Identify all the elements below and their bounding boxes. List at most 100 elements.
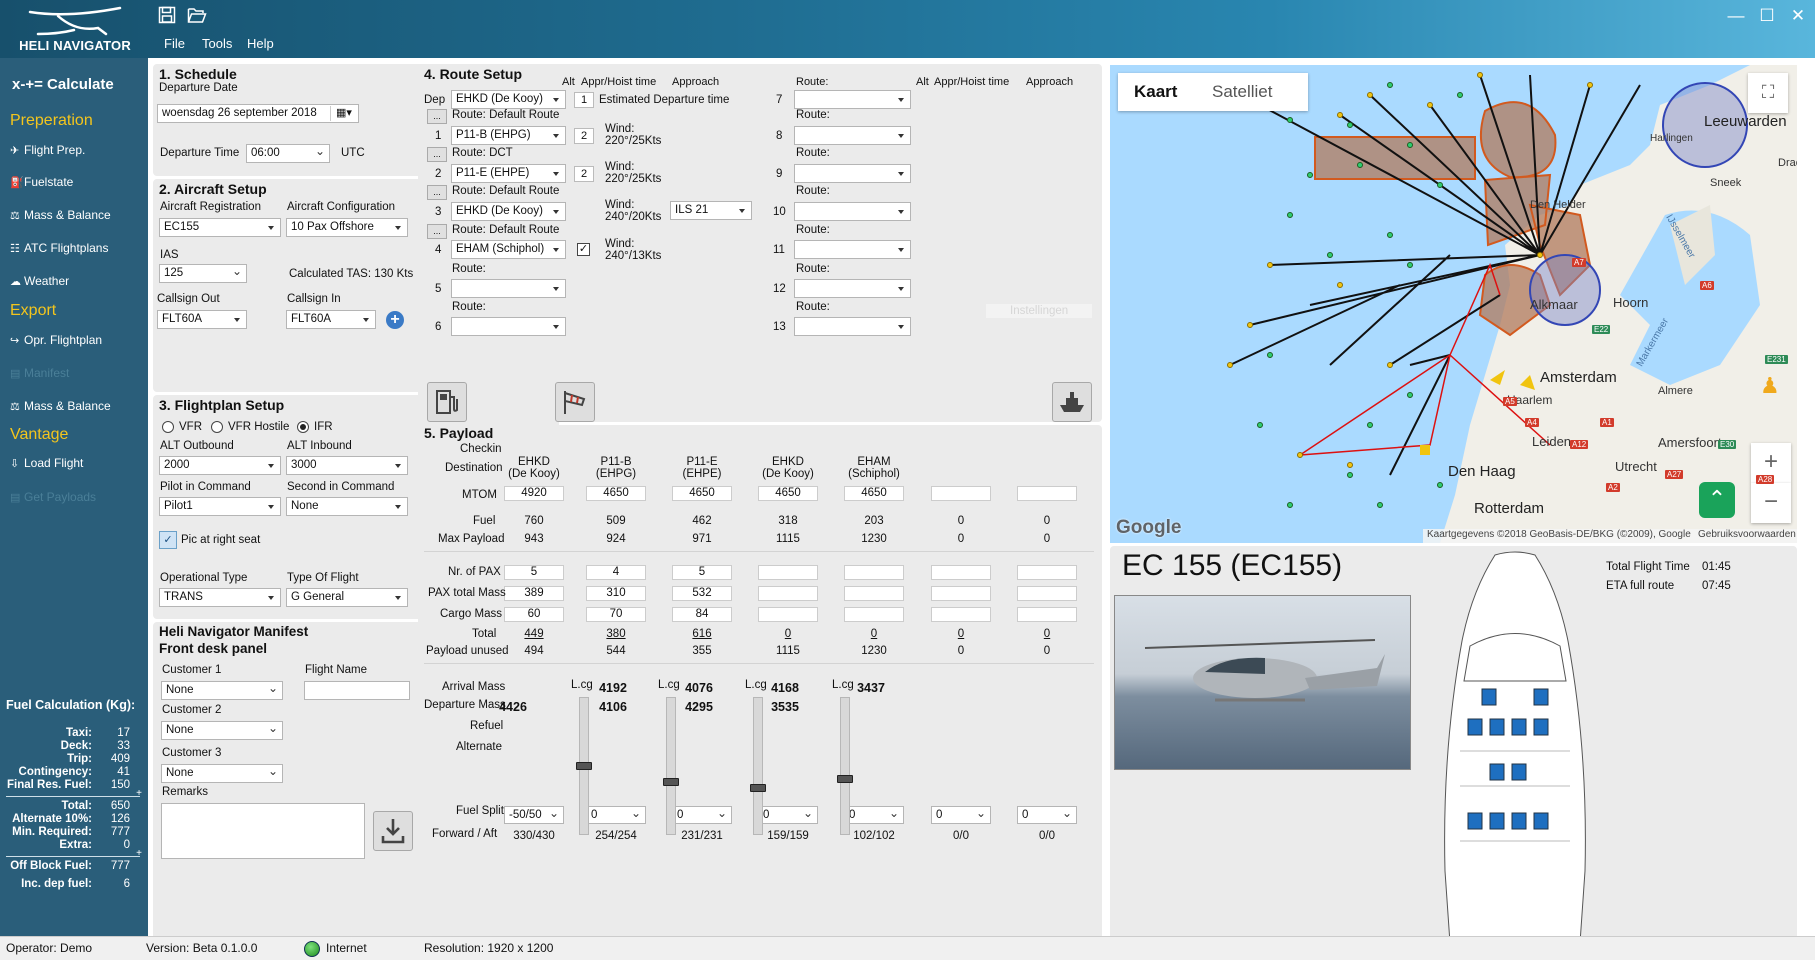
radio-ifr[interactable] <box>297 421 309 433</box>
cargo-mass-input[interactable]: 70 <box>586 607 646 622</box>
menu-tools[interactable]: Tools <box>202 36 232 51</box>
pax-mass-input[interactable]: 310 <box>586 586 646 601</box>
mtom-input[interactable]: 4650 <box>586 486 646 501</box>
appr-time-1[interactable]: 2 <box>574 128 594 144</box>
alt-inbound-select[interactable]: 3000 <box>286 456 408 475</box>
lcg-slider[interactable] <box>750 697 766 835</box>
ship-button[interactable] <box>1052 382 1092 422</box>
cargo-mass-input[interactable] <box>758 607 818 622</box>
pax-mass-input[interactable] <box>758 586 818 601</box>
sidebar-item-fuelstate[interactable]: ⛽Fuelstate <box>10 175 73 189</box>
departure-select[interactable]: EHKD (De Kooy) <box>451 90 566 109</box>
map-view[interactable]: Kaart Satelliet ⛶ ♟ + − ⌃ Leeuwarden Har… <box>1110 65 1797 543</box>
cargo-mass-input[interactable] <box>1017 607 1077 622</box>
leg-select-6[interactable] <box>451 317 566 336</box>
leg-select-11[interactable] <box>794 240 911 259</box>
pax-mass-input[interactable] <box>844 586 904 601</box>
calculate-button[interactable]: x-+= Calculate <box>12 76 114 93</box>
aircraft-registration-select[interactable]: EC155 <box>159 218 281 237</box>
departure-time-select[interactable]: 06:00 <box>246 144 330 163</box>
sidebar-item-load-flight[interactable]: ⇩ Load Flight <box>10 456 83 470</box>
zoom-out-icon[interactable]: − <box>1751 483 1791 523</box>
open-folder-icon[interactable] <box>187 6 207 26</box>
pax-mass-input[interactable]: 389 <box>504 586 564 601</box>
route-edit-button-1[interactable]: ... <box>427 109 447 124</box>
alt-outbound-select[interactable]: 2000 <box>159 456 281 475</box>
customer3-select[interactable]: None <box>161 764 283 783</box>
minimize-icon[interactable]: — <box>1722 6 1750 28</box>
operational-type-select[interactable]: TRANS <box>159 588 281 607</box>
aircraft-configuration-select[interactable]: 10 Pax Offshore <box>286 218 408 237</box>
slider-thumb[interactable] <box>750 784 766 792</box>
cargo-mass-input[interactable]: 60 <box>504 607 564 622</box>
fullscreen-icon[interactable]: ⛶ <box>1748 73 1788 113</box>
cargo-mass-input[interactable]: 84 <box>672 607 732 622</box>
nr-pax-input[interactable]: 5 <box>672 565 732 580</box>
leg-select-12[interactable] <box>794 279 911 298</box>
flight-name-input[interactable] <box>304 681 410 700</box>
slider-thumb[interactable] <box>837 775 853 783</box>
leg-select-3[interactable]: EHKD (De Kooy) <box>451 202 566 221</box>
pax-mass-input[interactable] <box>931 586 991 601</box>
fuel-split-select[interactable]: 0 <box>758 806 818 824</box>
type-of-flight-select[interactable]: G General <box>286 588 408 607</box>
tab-satelliet[interactable]: Satelliet <box>1212 73 1272 111</box>
nr-pax-input[interactable] <box>844 565 904 580</box>
slider-thumb[interactable] <box>663 778 679 786</box>
menu-help[interactable]: Help <box>247 36 274 51</box>
windsock-button[interactable] <box>555 382 595 422</box>
ias-input[interactable]: 125 <box>159 264 247 283</box>
save-icon[interactable] <box>158 6 178 26</box>
departure-date-picker[interactable]: woensdag 26 september 2018 <box>157 104 359 123</box>
cargo-mass-input[interactable] <box>844 607 904 622</box>
leg-select-1[interactable]: P11-B (EHPG) <box>451 126 566 145</box>
fuel-split-select[interactable]: 0 <box>931 806 991 824</box>
mtom-input[interactable]: 4650 <box>844 486 904 501</box>
sidebar-item-flight-prep[interactable]: ✈ Flight Prep. <box>10 143 85 157</box>
fuel-split-select[interactable]: 0 <box>672 806 732 824</box>
add-callsign-icon[interactable]: + <box>386 311 404 329</box>
mtom-input[interactable]: 4650 <box>672 486 732 501</box>
fuel-split-select[interactable]: 0 <box>844 806 904 824</box>
lcg-slider[interactable] <box>576 697 592 835</box>
lcg-slider[interactable] <box>837 697 853 835</box>
sidebar-item-atc-flightplans[interactable]: ☷ ATC Flightplans <box>10 241 108 255</box>
customer1-select[interactable]: None <box>161 681 283 700</box>
close-icon[interactable]: ✕ <box>1784 6 1812 28</box>
pegman-icon[interactable]: ♟ <box>1760 373 1782 403</box>
leg-select-13[interactable] <box>794 317 911 336</box>
nr-pax-input[interactable] <box>931 565 991 580</box>
second-in-command-select[interactable]: None <box>286 497 408 516</box>
customer2-select[interactable]: None <box>161 721 283 740</box>
pic-right-seat-checkbox[interactable]: ✓ <box>159 531 177 549</box>
mtom-input[interactable] <box>931 486 991 501</box>
mtom-input[interactable]: 4920 <box>504 486 564 501</box>
fuel-split-select[interactable]: 0 <box>586 806 646 824</box>
leg-select-7[interactable] <box>794 90 911 109</box>
route-edit-button-4[interactable]: ... <box>427 224 447 239</box>
leg-select-10[interactable] <box>794 202 911 221</box>
map-terms-link[interactable]: Gebruiksvoorwaarden <box>1698 529 1796 540</box>
approach-select-3[interactable]: ILS 21 <box>670 201 752 220</box>
mtom-input[interactable] <box>1017 486 1077 501</box>
leg-4-checkbox[interactable]: ✓ <box>577 243 590 256</box>
leg-select-9[interactable] <box>794 164 911 183</box>
nr-pax-input[interactable] <box>758 565 818 580</box>
route-edit-button-2[interactable]: ... <box>427 147 447 162</box>
sidebar-item-opr-flightplan[interactable]: ↪ Opr. Flightplan <box>10 333 102 347</box>
lcg-slider[interactable] <box>663 697 679 835</box>
nr-pax-input[interactable]: 5 <box>504 565 564 580</box>
pax-mass-input[interactable] <box>1017 586 1077 601</box>
remarks-textarea[interactable] <box>161 803 365 859</box>
pax-mass-input[interactable]: 532 <box>672 586 732 601</box>
callsign-in-select[interactable]: FLT60A <box>286 310 376 329</box>
maximize-icon[interactable]: ☐ <box>1753 6 1781 28</box>
download-manifest-button[interactable] <box>373 811 413 851</box>
calendar-icon[interactable]: ▦▾ <box>330 106 357 121</box>
leg-select-5[interactable] <box>451 279 566 298</box>
menu-file[interactable]: File <box>164 36 185 51</box>
sidebar-item-export-mass-balance[interactable]: ⚖ Mass & Balance <box>10 399 111 413</box>
radio-vfr[interactable] <box>162 421 174 433</box>
tab-kaart[interactable]: Kaart <box>1134 73 1177 111</box>
cargo-mass-input[interactable] <box>931 607 991 622</box>
